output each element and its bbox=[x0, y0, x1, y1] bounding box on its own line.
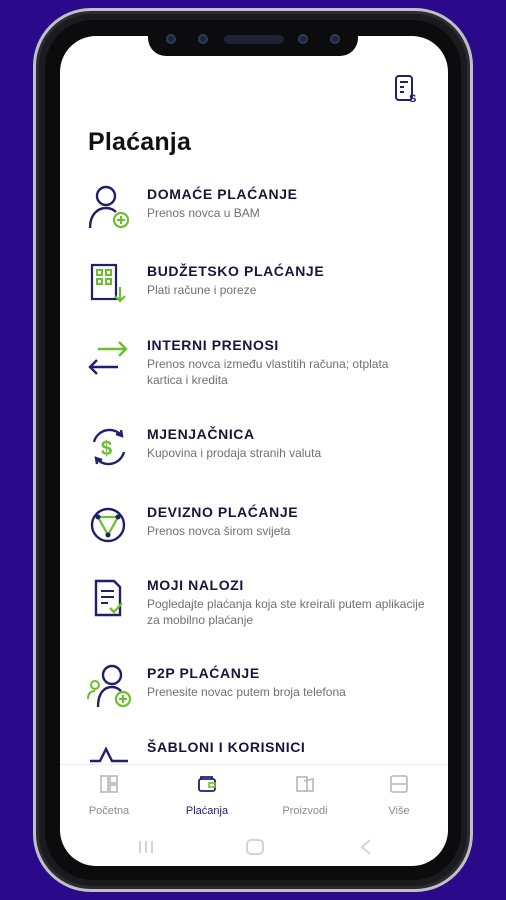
item-title: DOMAĆE PLAĆANJE bbox=[147, 186, 298, 202]
sensor-icon bbox=[330, 34, 340, 44]
list-item-mjenjacnica[interactable]: $ MJENJAČNICA Kupovina i prodaja stranih… bbox=[60, 424, 448, 494]
nav-payments[interactable]: Plaćanja bbox=[162, 773, 252, 817]
currency-exchange-icon: $ bbox=[92, 428, 126, 466]
person-add-icon bbox=[88, 185, 130, 229]
products-icon bbox=[296, 776, 314, 792]
list-item-p2p-placanje[interactable]: P2P PLAĆANJE Prenesite novac putem broja… bbox=[60, 663, 448, 733]
page-title: Plaćanja bbox=[88, 128, 192, 156]
building-icon bbox=[90, 263, 126, 303]
nav-home[interactable]: Početna bbox=[64, 773, 154, 817]
item-subtitle: Prenos novca u BAM bbox=[147, 206, 260, 220]
template-icon bbox=[90, 746, 128, 763]
document-check-icon bbox=[94, 579, 123, 617]
list-item-sabloni-i-korisnici[interactable]: ŠABLONI I KORISNICI bbox=[60, 737, 448, 765]
phone-notch bbox=[148, 22, 358, 56]
list-item-budzetsko-placanje[interactable]: BUDŽETSKO PLAĆANJE Plati račune i poreze bbox=[60, 261, 448, 331]
item-title: MOJI NALOZI bbox=[147, 577, 244, 593]
app-screen: S Plaćanja DOMAĆE PLAĆANJE Prenos novca … bbox=[60, 36, 448, 866]
recent-apps-icon[interactable] bbox=[139, 841, 153, 853]
calculator-icon[interactable]: S bbox=[394, 74, 420, 106]
list-item-moji-nalozi[interactable]: MOJI NALOZI Pogledajte plaćanja koja ste… bbox=[60, 575, 448, 645]
nav-products[interactable]: Proizvodi bbox=[260, 773, 350, 817]
item-subtitle: Prenos novca između vlastitih računa; ot… bbox=[147, 357, 389, 387]
more-icon bbox=[390, 775, 408, 793]
globe-transfer-icon bbox=[90, 507, 126, 543]
list-item-interni-prenosi[interactable]: INTERNI PRENOSI Prenos novca između vlas… bbox=[60, 335, 448, 405]
nav-label: Više bbox=[388, 805, 410, 817]
svg-text:$: $ bbox=[101, 438, 112, 460]
item-subtitle: Prenos novca širom svijeta bbox=[147, 524, 291, 538]
nav-label: Početna bbox=[88, 805, 130, 817]
item-subtitle: Prenesite novac putem broja telefona bbox=[147, 685, 346, 699]
transfer-arrows-icon bbox=[88, 341, 128, 375]
item-title: BUDŽETSKO PLAĆANJE bbox=[147, 263, 325, 279]
back-icon[interactable] bbox=[360, 839, 371, 855]
item-title: P2P PLAĆANJE bbox=[147, 665, 260, 681]
item-title: MJENJAČNICA bbox=[147, 426, 255, 442]
nav-more[interactable]: Više bbox=[354, 773, 444, 817]
item-title: ŠABLONI I KORISNICI bbox=[147, 739, 306, 755]
item-title: DEVIZNO PLAĆANJE bbox=[147, 504, 299, 520]
nav-label: Proizvodi bbox=[282, 805, 328, 817]
item-subtitle: Kupovina i prodaja stranih valuta bbox=[147, 446, 322, 460]
home-button-icon[interactable] bbox=[246, 839, 264, 855]
camera-icon bbox=[198, 34, 208, 44]
p2p-icon bbox=[87, 664, 132, 708]
sensor-icon bbox=[298, 34, 308, 44]
item-subtitle: Pogledajte plaćanja koja ste kreirali pu… bbox=[147, 597, 425, 627]
bottom-navigation: Početna Plaćanja Proizvodi Više bbox=[60, 764, 448, 827]
speaker-grille bbox=[224, 35, 284, 44]
svg-text:S: S bbox=[409, 93, 416, 105]
nav-label: Plaćanja bbox=[185, 805, 229, 817]
home-icon bbox=[100, 775, 118, 793]
list-item-devizno-placanje[interactable]: DEVIZNO PLAĆANJE Prenos novca širom svij… bbox=[60, 502, 448, 572]
wallet-icon bbox=[198, 776, 216, 792]
item-title: INTERNI PRENOSI bbox=[147, 337, 279, 353]
system-navigation-bar bbox=[139, 839, 371, 855]
list-item-domace-placanje[interactable]: DOMAĆE PLAĆANJE Prenos novca u BAM bbox=[60, 184, 448, 254]
camera-icon bbox=[166, 34, 176, 44]
item-subtitle: Plati račune i poreze bbox=[147, 283, 257, 297]
